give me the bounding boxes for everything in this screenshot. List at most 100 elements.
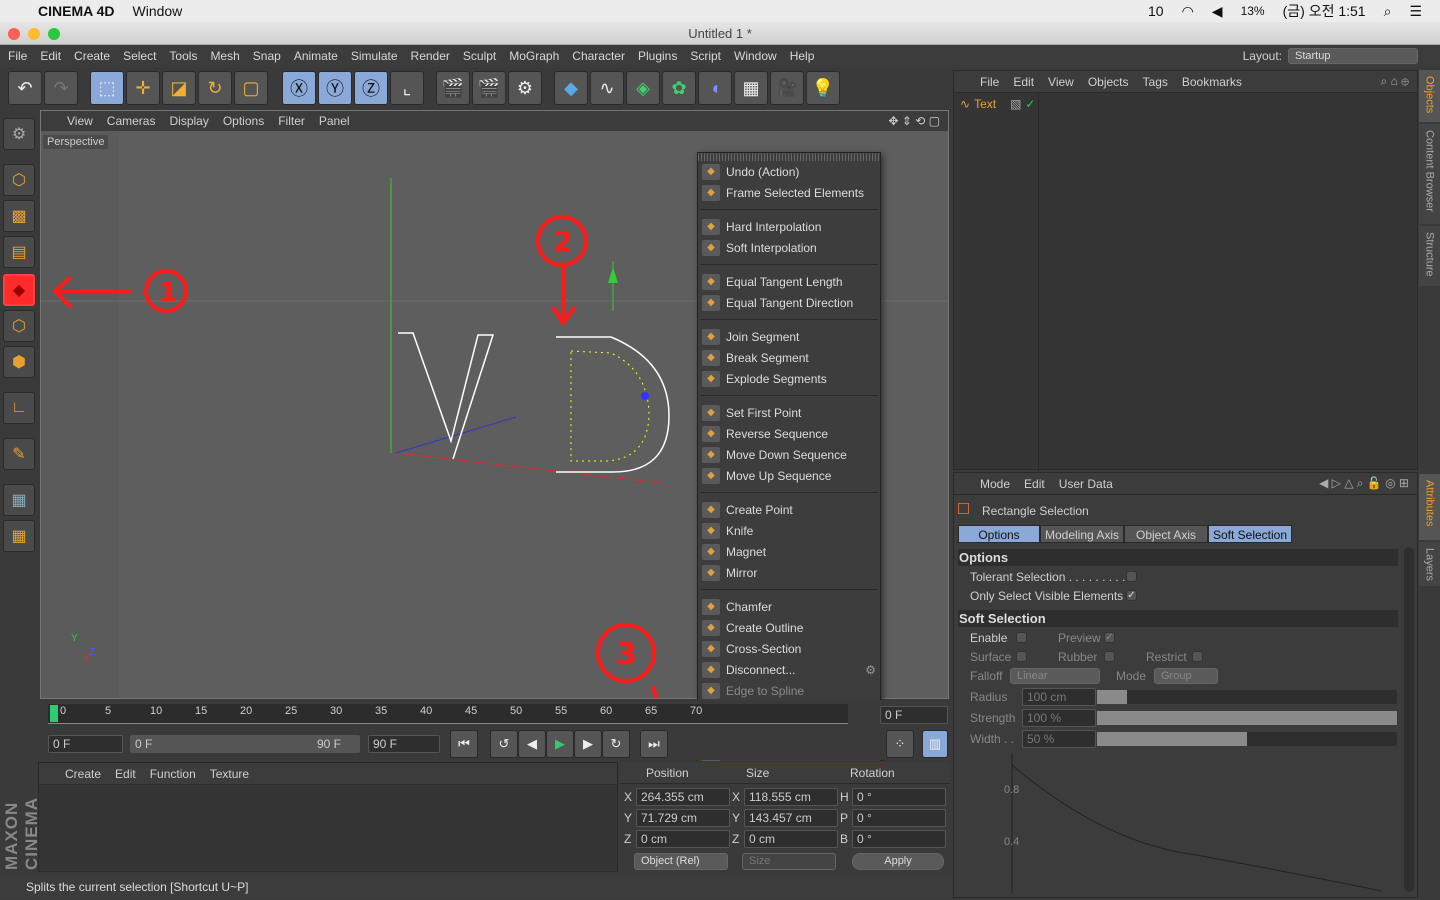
menu-help[interactable]: Help — [790, 49, 815, 63]
rotation-p-field[interactable]: 0 ° — [852, 809, 946, 827]
visibility-icon[interactable]: ▧ — [1010, 97, 1021, 111]
menu-item-move-down-sequence[interactable]: ◆ Move Down Sequence — [698, 444, 880, 465]
menu-sculpt[interactable]: Sculpt — [463, 49, 496, 63]
app-menu[interactable]: CINEMA 4D — [38, 3, 115, 19]
timeline-ruler[interactable]: 0 5 10 15 20 25 30 35 40 45 50 55 60 65 70 — [48, 704, 848, 724]
menu-mesh[interactable]: Mesh — [210, 49, 239, 63]
rubber-checkbox[interactable] — [1104, 651, 1115, 662]
coordinate-mode-select[interactable]: Object (Rel) — [634, 853, 728, 870]
y-axis-icon[interactable]: Ⓨ — [318, 71, 352, 105]
rotate-icon[interactable]: ↻ — [198, 71, 232, 105]
tweak-mode-icon[interactable]: ✎ — [3, 438, 35, 470]
attributes-scrollbar[interactable] — [1404, 547, 1414, 892]
menu-item-soft-interpolation[interactable]: ◆ Soft Interpolation — [698, 237, 880, 258]
undo-icon[interactable]: ↶ — [8, 71, 42, 105]
vp-menu-cameras[interactable]: Cameras — [107, 114, 156, 128]
menu-render[interactable]: Render — [411, 49, 450, 63]
menu-item-edge-to-spline[interactable]: ◆ Edge to Spline — [698, 680, 880, 701]
cube-icon[interactable]: ◆ — [554, 71, 588, 105]
menu-item-frame-selected-elements[interactable]: ◆ Frame Selected Elements — [698, 182, 880, 203]
make-editable-icon[interactable]: ⚙ — [3, 118, 35, 150]
next-key-icon[interactable]: ↻ — [602, 730, 630, 758]
timeline-film-icon[interactable]: ▥ — [922, 730, 948, 758]
menu-item-join-segment[interactable]: ◆ Join Segment — [698, 326, 880, 347]
menu-item-move-up-sequence[interactable]: ◆ Move Up Sequence — [698, 465, 880, 486]
vp-menu-options[interactable]: Options — [223, 114, 264, 128]
keyframe-dots-icon[interactable]: ⁘ — [886, 730, 914, 758]
surface-checkbox[interactable] — [1016, 651, 1027, 662]
axis-mode-icon[interactable]: ∟ — [3, 392, 35, 424]
obj-menu-objects[interactable]: Objects — [1088, 75, 1129, 89]
menu-script[interactable]: Script — [690, 49, 721, 63]
side-tab-structure[interactable]: Structure — [1419, 226, 1440, 286]
menu-file[interactable]: File — [8, 49, 27, 63]
menu-item-mirror[interactable]: ◆ Mirror — [698, 562, 880, 583]
apply-button[interactable]: Apply — [852, 853, 944, 870]
tab-object-axis[interactable]: Object Axis — [1124, 525, 1208, 543]
menu-create[interactable]: Create — [74, 49, 110, 63]
playhead[interactable] — [50, 705, 58, 722]
mat-menu-function[interactable]: Function — [150, 767, 196, 781]
volume-icon[interactable]: ◀ — [1212, 3, 1223, 20]
edges-mode-icon[interactable]: ⬡ — [3, 310, 35, 342]
size-y-field[interactable]: 143.457 cm — [744, 809, 838, 827]
menu-character[interactable]: Character — [572, 49, 625, 63]
obj-menu-file[interactable]: File — [980, 75, 999, 89]
size-z-field[interactable]: 0 cm — [744, 830, 838, 848]
render-view-icon[interactable]: 🎬 — [436, 71, 470, 105]
obj-menu-tags[interactable]: Tags — [1143, 75, 1168, 89]
range-slider[interactable]: 0 F 90 F — [130, 735, 360, 753]
polygons-mode-icon[interactable]: ⬢ — [3, 346, 35, 378]
width-field[interactable]: 50 % — [1022, 730, 1096, 748]
menu-window[interactable]: Window — [734, 49, 777, 63]
size-x-field[interactable]: 118.555 cm — [744, 788, 838, 806]
objects-tool-icons[interactable]: ⌕ ⌂ ⊕ — [1381, 74, 1409, 89]
side-tab-attributes[interactable]: Attributes — [1419, 474, 1440, 540]
notification-icon[interactable]: ☰ — [1409, 3, 1422, 20]
subdivision-icon[interactable]: ◈ — [626, 71, 660, 105]
visible-only-checkbox[interactable]: ✓ — [1126, 590, 1137, 601]
floor-icon[interactable]: ▦ — [734, 71, 768, 105]
menu-item-create-outline[interactable]: ◆ Create Outline — [698, 617, 880, 638]
adobe-status[interactable]: 10 — [1148, 3, 1164, 19]
strength-slider[interactable] — [1097, 711, 1397, 725]
menu-item-reverse-sequence[interactable]: ◆ Reverse Sequence — [698, 423, 880, 444]
camera-icon[interactable]: 🎥 — [770, 71, 804, 105]
go-to-end-icon[interactable]: ⏭ — [640, 730, 668, 758]
mode-select[interactable]: Group — [1154, 668, 1218, 684]
current-frame-field[interactable]: 0 F — [48, 735, 123, 753]
workplane-icon[interactable]: ▤ — [3, 236, 35, 268]
radius-slider[interactable] — [1097, 690, 1397, 704]
size-mode-select[interactable]: Size — [742, 853, 836, 870]
cloner-icon[interactable]: ✿ — [662, 71, 696, 105]
next-frame-icon[interactable]: ▶ — [574, 730, 602, 758]
vp-menu-display[interactable]: Display — [169, 114, 208, 128]
object-name[interactable]: Text — [974, 97, 996, 111]
radius-field[interactable]: 100 cm — [1022, 688, 1096, 706]
spotlight-icon[interactable]: ⌕ — [1384, 3, 1392, 20]
z-axis-icon[interactable]: Ⓩ — [354, 71, 388, 105]
minimize-button[interactable] — [28, 28, 40, 40]
side-tab-layers[interactable]: Layers — [1419, 542, 1440, 586]
go-to-start-icon[interactable]: ⏮ — [450, 730, 478, 758]
strength-field[interactable]: 100 % — [1022, 709, 1096, 727]
tab-soft-selection[interactable]: Soft Selection — [1208, 525, 1292, 543]
falloff-select[interactable]: Linear — [1010, 668, 1100, 684]
texture-mode-icon[interactable]: ▩ — [3, 200, 35, 232]
light-icon[interactable]: 💡 — [806, 71, 840, 105]
attr-menu-edit[interactable]: Edit — [1024, 477, 1045, 491]
enable-checkbox[interactable] — [1016, 632, 1027, 643]
window-menu[interactable]: Window — [133, 3, 183, 19]
menu-mograph[interactable]: MoGraph — [509, 49, 559, 63]
render-settings-icon[interactable]: ⚙ — [508, 71, 542, 105]
position-x-field[interactable]: 264.355 cm — [636, 788, 730, 806]
battery-status[interactable]: 13% — [1241, 4, 1265, 18]
menu-item-break-segment[interactable]: ◆ Break Segment — [698, 347, 880, 368]
rotation-h-field[interactable]: 0 ° — [852, 788, 946, 806]
timeline-end-field[interactable]: 0 F — [880, 706, 948, 724]
obj-menu-edit[interactable]: Edit — [1013, 75, 1034, 89]
wifi-icon[interactable]: ◠ — [1182, 3, 1194, 20]
viewport-nav-icons[interactable]: ✥ ⇕ ⟲ ▢ — [888, 114, 940, 128]
menu-snap[interactable]: Snap — [253, 49, 281, 63]
mat-menu-texture[interactable]: Texture — [210, 767, 249, 781]
